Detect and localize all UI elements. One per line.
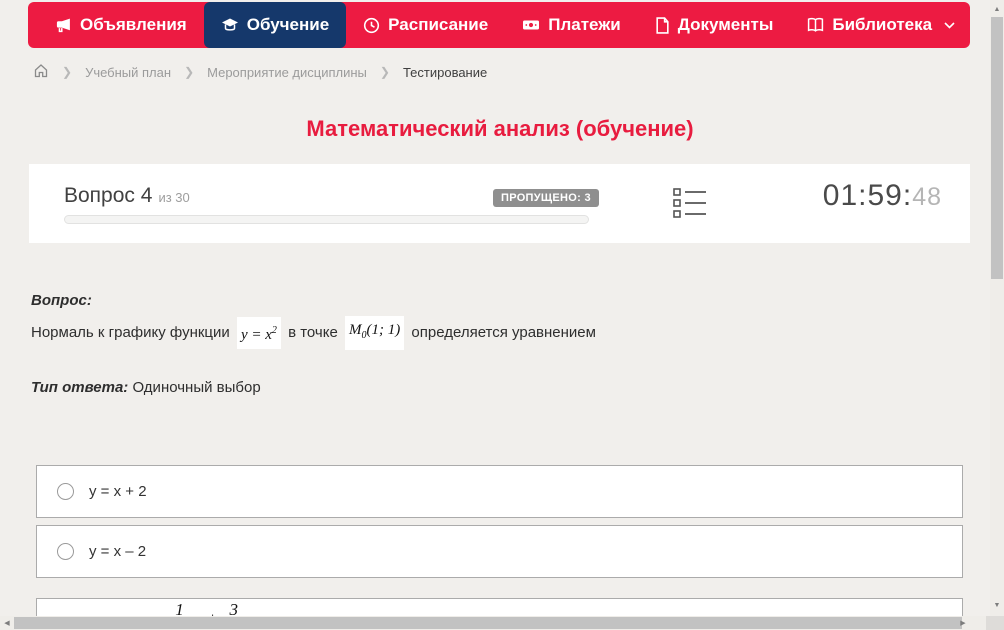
scroll-right-arrow-icon[interactable]: ▶ xyxy=(956,616,970,630)
radio-button[interactable] xyxy=(57,543,74,560)
vertical-scrollbar[interactable]: ▲ ▼ xyxy=(990,0,1004,616)
nav-item-announcements[interactable]: Объявления xyxy=(38,2,204,48)
question-number: Вопрос 4 из 30 xyxy=(64,184,190,208)
breadcrumb-separator-icon: ❯ xyxy=(184,65,195,79)
chevron-down-icon xyxy=(944,21,955,29)
answer-option-2-label: y = x – 2 xyxy=(89,543,147,560)
timer-hours-minutes: 01:59: xyxy=(822,179,913,212)
clock-icon xyxy=(363,17,380,34)
nav-item-schedule[interactable]: Расписание xyxy=(346,2,505,48)
breadcrumb-discipline-event[interactable]: Мероприятие дисциплины xyxy=(207,65,367,80)
breadcrumb-separator-icon: ❯ xyxy=(62,65,73,79)
question-text: Нормаль к графику функции y = x2 в точке… xyxy=(31,316,951,350)
horizontal-scrollbar-thumb[interactable] xyxy=(14,617,962,629)
formula-y-equals-x-squared: y = x2 xyxy=(236,317,281,349)
banknote-icon xyxy=(522,17,540,33)
answer-option-1-label: y = x + 2 xyxy=(89,483,147,500)
breadcrumb-separator-icon: ❯ xyxy=(379,65,390,79)
question-text-middle: в точке xyxy=(288,323,338,341)
answer-option-1[interactable]: y = x + 2 xyxy=(36,465,963,518)
nav-item-label: Обучение xyxy=(246,15,330,34)
scroll-down-arrow-icon[interactable]: ▼ xyxy=(990,598,1004,612)
document-icon xyxy=(655,16,670,34)
nav-item-label: Расписание xyxy=(388,15,489,34)
nav-item-label: Платежи xyxy=(548,15,621,34)
nav-item-payments[interactable]: Платежи xyxy=(505,2,638,48)
question-text-after: определяется уравнением xyxy=(411,323,596,341)
timer: 01:59:48 xyxy=(823,179,942,213)
answer-option-2[interactable]: y = x – 2 xyxy=(36,525,963,578)
scrollbar-corner xyxy=(986,616,1004,630)
answer-type-label: Тип ответа: xyxy=(31,379,129,396)
scroll-left-arrow-icon[interactable]: ◀ xyxy=(0,616,14,630)
nav-item-label: Объявления xyxy=(80,15,187,34)
breadcrumb: ❯ Учебный план ❯ Мероприятие дисциплины … xyxy=(33,63,487,81)
question-list-icon[interactable] xyxy=(673,188,707,223)
question-of-total: из 30 xyxy=(158,190,190,205)
nav-item-documents[interactable]: Документы xyxy=(638,2,791,48)
radio-button[interactable] xyxy=(57,483,74,500)
question-label: Вопрос: xyxy=(31,292,92,309)
home-icon[interactable] xyxy=(33,63,49,81)
vertical-scrollbar-thumb[interactable] xyxy=(991,17,1003,279)
book-icon xyxy=(807,17,824,33)
answer-type-value: Одиночный выбор xyxy=(132,379,261,396)
nav-item-label: Документы xyxy=(677,15,774,34)
question-text-before: Нормаль к графику функции xyxy=(31,323,230,341)
megaphone-icon xyxy=(55,17,72,34)
top-navigation: Объявления Обучение Расписание Платежи Д… xyxy=(28,2,970,48)
nav-item-label: Библиотека xyxy=(832,15,933,34)
horizontal-scrollbar[interactable]: ◀ ▶ xyxy=(0,616,1004,630)
timer-seconds: 48 xyxy=(912,183,942,211)
nav-item-library[interactable]: Библиотека xyxy=(790,2,972,48)
question-number-label: Вопрос 4 xyxy=(64,184,153,207)
graduation-cap-icon xyxy=(221,17,239,34)
formula-point-m0: M0(1; 1) xyxy=(344,316,405,350)
nav-item-learning[interactable]: Обучение xyxy=(203,2,347,48)
answer-type-row: Тип ответа: Одиночный выбор xyxy=(31,379,261,396)
skipped-badge: ПРОПУЩЕНО: 3 xyxy=(493,189,599,207)
scroll-up-arrow-icon[interactable]: ▲ xyxy=(990,2,1004,16)
page-title: Математический анализ (обучение) xyxy=(306,116,694,141)
breadcrumb-curriculum[interactable]: Учебный план xyxy=(85,65,171,80)
question-header-card: Вопрос 4 из 30 ПРОПУЩЕНО: 3 01:59:48 xyxy=(29,164,970,243)
progress-bar xyxy=(64,215,589,224)
quiz-page: Объявления Обучение Расписание Платежи Д… xyxy=(0,0,1004,630)
breadcrumb-testing: Тестирование xyxy=(402,64,488,80)
